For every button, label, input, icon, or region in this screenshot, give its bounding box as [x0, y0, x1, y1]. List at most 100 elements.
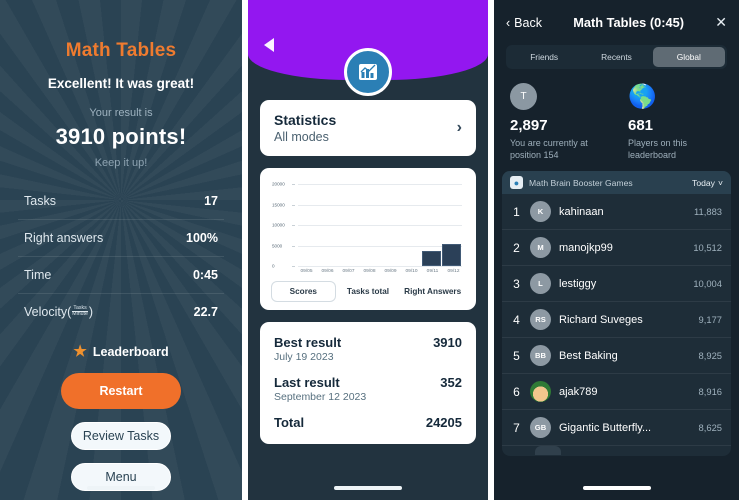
chart-x-label: 09/12 [447, 269, 460, 274]
leaderboard-player-score: 10,004 [693, 278, 722, 290]
tab-tasks-total[interactable]: Tasks total [337, 282, 400, 301]
total-value: 24205 [425, 415, 462, 430]
chart-tabs: Scores Tasks total Right Answers [272, 282, 464, 301]
home-indicator [582, 486, 651, 490]
result-label: Your result is [89, 107, 153, 119]
chart-bar [421, 251, 441, 266]
tab-global[interactable]: Global [652, 47, 725, 67]
best-result-date: July 19 2023 [274, 351, 334, 363]
player-position-caption: You are currently at position 154 [510, 138, 588, 161]
chart-y-label: 0 [272, 263, 275, 269]
stats-table: Tasks 17 Right answers 100% Time 0:45 Ve… [18, 183, 224, 330]
statistics-card[interactable]: Statistics All modes › [260, 100, 476, 156]
tab-right-answers[interactable]: Right Answers [401, 282, 464, 301]
period-label: Today [692, 177, 715, 188]
players-count-caption: Players on this leaderboard [628, 138, 688, 161]
leaderboard-scope-tabs: Friends Recents Global [506, 45, 727, 69]
leaderboard-player-name: Richard Suveges [559, 313, 643, 326]
table-row: Tasks 17 [18, 183, 224, 219]
back-triangle-icon[interactable] [264, 38, 274, 52]
leaderboard-player-name: kahinaan [559, 205, 604, 218]
period-selector[interactable]: Today ˅ [692, 178, 723, 188]
leaderboard-app-name: Math Brain Booster Games [529, 177, 633, 188]
leaderboard-row[interactable]: 5 BB Best Baking 8,925 [502, 338, 731, 375]
scores-chart-card: 20000 15000 10000 5000 0 09/05 09/06 09/07 09/0… [260, 168, 476, 310]
players-count: 681 [628, 117, 654, 134]
chevron-left-icon: ‹ [506, 15, 511, 30]
stat-label: Time [24, 268, 52, 282]
last-result-date: September 12 2023 [274, 391, 367, 403]
chart-x-label: 09/11 [426, 269, 439, 274]
leaderboard-player-name: ajak789 [559, 385, 598, 398]
leaderboard-player-name: lestiggy [559, 277, 597, 290]
stat-label: Velocity(Tasks Minute) [24, 304, 94, 319]
leaderboard-rows: 1 Kkahinaan 11,883 2 Mmanojkp99 10,512 3 Llesti… [502, 194, 731, 447]
leaderboard-row[interactable]: 6 ajak789 8,916 [502, 374, 731, 411]
back-button[interactable]: ‹ Back [506, 16, 542, 30]
chart-x-axis: 09/05 09/06 09/07 09/08 09/09 09/10 09/11 09/12 [296, 269, 464, 274]
chart-bar [442, 243, 462, 266]
leaderboard-row[interactable]: 1 Kkahinaan 11,883 [502, 194, 731, 231]
best-result-label: Best result [274, 335, 342, 350]
back-button-label: Back [514, 15, 542, 30]
avatar: T [510, 83, 537, 110]
chart-y-tick [292, 225, 295, 226]
leaderboard-rank: 7 [513, 420, 520, 435]
last-result-label: Last result [274, 375, 340, 390]
page-title: Math Tables [65, 40, 177, 61]
leaderboard-player-name: manojkp99 [559, 241, 613, 254]
tab-friends[interactable]: Friends [508, 47, 580, 67]
chart-gridline [298, 184, 462, 185]
chart-x-label: 09/06 [321, 269, 334, 274]
stat-value: 0:45 [192, 268, 218, 282]
leaderboard-row[interactable]: 7 GB Gigantic Butterfly... 8,625 [502, 410, 731, 447]
results-screen: Math Tables Excellent! It was great! You… [0, 0, 242, 500]
velocity-unit-denominator: Minute [72, 311, 88, 318]
chart-gridline [298, 245, 462, 247]
best-result-value: 3910 [433, 335, 462, 350]
chart-y-tick [292, 245, 295, 247]
leaderboard-screen: ‹ Back Math Tables (0:45) ✕ Friends Rece… [494, 0, 739, 500]
chevron-down-icon: ˅ [717, 177, 723, 188]
leaderboard-rank: 5 [513, 348, 520, 363]
avatar-initial: T [520, 91, 527, 102]
review-tasks-button[interactable]: Review Tasks [71, 422, 171, 450]
leaderboard-rank: 2 [513, 240, 520, 255]
stat-value: 22.7 [193, 305, 218, 319]
stat-value: 17 [204, 194, 218, 208]
chart-gridline [298, 266, 462, 267]
last-result-value: 352 [440, 375, 462, 390]
avatar: RS [530, 309, 551, 331]
leaderboard-row[interactable]: 3 Llestiggy 10,004 [502, 266, 731, 303]
players-count-stat: 🌎 681 Players on this leaderboard [628, 83, 724, 161]
chart-gridline [298, 204, 462, 206]
chart-gridline [298, 225, 462, 226]
tab-scores[interactable]: Scores [272, 282, 335, 301]
leaderboard-list-card: ● Math Brain Booster Games Today ˅ 1 Kkah… [502, 171, 731, 457]
leaderboard-row[interactable]: 4 RS Richard Suveges 9,177 [502, 302, 731, 339]
avatar: BB [530, 345, 551, 367]
close-icon[interactable]: ✕ [715, 14, 727, 31]
avatar [530, 381, 551, 403]
chart-x-label: 09/10 [405, 269, 418, 274]
leaderboard-rank: 6 [513, 384, 520, 399]
leaderboard-banner[interactable]: ● Math Brain Booster Games Today ˅ [502, 171, 731, 195]
leaderboard-player-name: Best Baking [559, 349, 618, 362]
statistics-card-title: Statistics [274, 112, 337, 128]
avatar: GB [530, 417, 551, 439]
best-result-row: Best result 3910 [274, 335, 462, 350]
leaderboard-player-name: Gigantic Butterfly... [559, 421, 652, 434]
total-row: Total 24205 [274, 415, 462, 430]
stat-label: Right answers [24, 231, 104, 245]
page-title: Math Tables (0:45) [573, 15, 684, 30]
player-position-stat: T 2,897 You are currently at position 15… [510, 83, 606, 161]
statistics-screen: Statistics All modes › 20000 15000 10000 50… [248, 0, 488, 500]
chart-y-tick [292, 266, 295, 267]
tab-recents[interactable]: Recents [580, 47, 652, 67]
app-icon: ● [510, 176, 523, 190]
leaderboard-link[interactable]: ★ Leaderboard [18, 344, 224, 359]
leaderboard-player-score: 8,916 [698, 386, 722, 398]
restart-button[interactable]: Restart [61, 373, 181, 409]
leaderboard-row[interactable]: 2 Mmanojkp99 10,512 [502, 230, 731, 267]
leaderboard-player-score: 8,625 [698, 422, 722, 434]
